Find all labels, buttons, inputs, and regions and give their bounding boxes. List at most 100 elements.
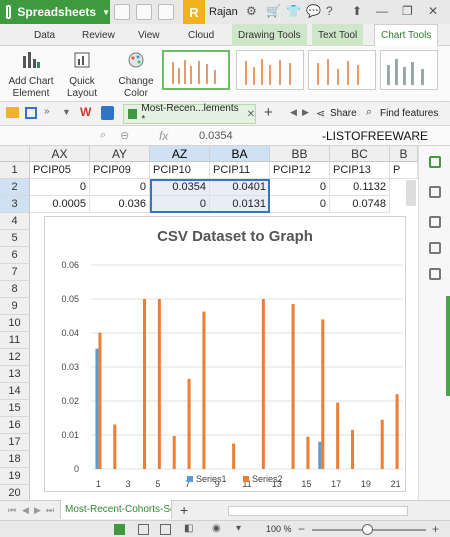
- chevron-right-icon[interactable]: »: [44, 106, 50, 117]
- fx-icon[interactable]: fx: [159, 129, 168, 143]
- row-header[interactable]: 15: [0, 400, 30, 417]
- row-header[interactable]: 2: [0, 179, 30, 196]
- row-header[interactable]: 10: [0, 315, 30, 332]
- document-pane-icon[interactable]: [429, 242, 441, 254]
- table-cell[interactable]: 0.0131: [210, 196, 270, 213]
- table-cell[interactable]: PCIP13: [330, 162, 390, 179]
- column-header[interactable]: B: [390, 146, 418, 162]
- close-tab-icon[interactable]: ✕: [247, 109, 255, 120]
- zoom-slider-thumb[interactable]: [362, 524, 373, 535]
- zoom-out-icon[interactable]: −: [298, 522, 305, 536]
- table-cell[interactable]: PCIP05: [30, 162, 90, 179]
- table-cell[interactable]: 0: [90, 179, 150, 196]
- horizontal-scrollbar[interactable]: [228, 506, 408, 516]
- chart-style-preset[interactable]: [308, 50, 376, 90]
- find-features-button[interactable]: Find features: [380, 108, 438, 119]
- add-chart-element-button[interactable]: Add Chart Element: [6, 50, 56, 100]
- zoom-level[interactable]: 100 %: [266, 524, 292, 534]
- zoom-search-icon[interactable]: ⌕: [100, 129, 106, 142]
- help-icon[interactable]: ?: [326, 4, 333, 18]
- restore-icon[interactable]: ⬆: [352, 4, 362, 18]
- share-icon[interactable]: ⋖: [316, 107, 325, 120]
- chart-object[interactable]: CSV Dataset to Graph 0 0.01 0.02 0.03 0.04 0.…: [44, 216, 406, 492]
- menu-view[interactable]: View: [138, 24, 160, 46]
- row-header[interactable]: 9: [0, 298, 30, 315]
- table-cell[interactable]: 0.0748: [330, 196, 390, 213]
- row-header[interactable]: 4: [0, 213, 30, 230]
- menu-text-tool[interactable]: Text Tool: [312, 24, 364, 46]
- first-sheet-icon[interactable]: ⏮: [8, 505, 16, 516]
- table-cell[interactable]: PCIP10: [150, 162, 210, 179]
- menu-drawing-tools[interactable]: Drawing Tools: [232, 24, 307, 46]
- style-pane-icon[interactable]: [429, 186, 441, 198]
- quick-access-save-icon[interactable]: [158, 4, 174, 20]
- add-sheet-icon[interactable]: +: [180, 502, 188, 518]
- row-header[interactable]: 6: [0, 247, 30, 264]
- table-cell[interactable]: 0.0401: [210, 179, 270, 196]
- display-icon[interactable]: ▾: [236, 523, 241, 534]
- close-icon[interactable]: ✕: [428, 4, 438, 18]
- table-cell[interactable]: 0.0354: [150, 179, 210, 196]
- eye-protect-icon[interactable]: ◉: [212, 523, 221, 534]
- menu-data[interactable]: Data: [34, 24, 55, 46]
- user-avatar[interactable]: R: [183, 0, 205, 24]
- share-button[interactable]: Share: [330, 108, 357, 119]
- last-sheet-icon[interactable]: ⏭: [46, 505, 54, 516]
- row-header[interactable]: 11: [0, 332, 30, 349]
- vertical-scrollbar[interactable]: [406, 180, 416, 206]
- table-cell[interactable]: 0.0005: [30, 196, 90, 213]
- chart-style-preset[interactable]: [162, 50, 230, 90]
- column-header[interactable]: BC: [330, 146, 390, 162]
- table-cell[interactable]: 0.1132: [330, 179, 390, 196]
- app-menu-button[interactable]: Spreadsheets ▼: [0, 0, 110, 24]
- chart-style-preset[interactable]: [380, 50, 438, 90]
- cart-icon[interactable]: 🛒: [266, 4, 281, 18]
- table-cell[interactable]: 0: [270, 196, 330, 213]
- formula-input[interactable]: 0.0354: [199, 130, 233, 142]
- save-icon[interactable]: [25, 107, 37, 119]
- menu-review[interactable]: Review: [82, 24, 115, 46]
- row-header[interactable]: 19: [0, 468, 30, 485]
- quick-access-new-icon[interactable]: [114, 4, 130, 20]
- settings-icon[interactable]: ⚙: [246, 4, 257, 18]
- row-header[interactable]: 14: [0, 383, 30, 400]
- table-cell[interactable]: 0.036: [90, 196, 150, 213]
- sheet-tab[interactable]: Most-Recent-Cohorts-Sc: [60, 500, 172, 519]
- cube-icon[interactable]: [101, 106, 114, 120]
- change-color-button[interactable]: Change Color: [114, 50, 158, 100]
- row-header[interactable]: 7: [0, 264, 30, 281]
- chevron-right-icon[interactable]: ▶: [302, 107, 309, 118]
- menu-cloud[interactable]: Cloud: [188, 24, 214, 46]
- row-header[interactable]: 12: [0, 349, 30, 366]
- row-header[interactable]: 3: [0, 196, 30, 213]
- column-header[interactable]: BB: [270, 146, 330, 162]
- open-folder-icon[interactable]: [6, 107, 19, 118]
- wps-logo-icon[interactable]: W: [80, 105, 91, 119]
- fx-zoom-icon[interactable]: ⊖: [120, 129, 129, 142]
- row-header[interactable]: 17: [0, 434, 30, 451]
- minimize-icon[interactable]: —: [376, 4, 388, 18]
- row-header[interactable]: 1: [0, 162, 30, 179]
- column-header[interactable]: AX: [30, 146, 90, 162]
- chevron-down-icon[interactable]: ▼: [62, 107, 71, 117]
- format-pane-icon[interactable]: [429, 156, 441, 168]
- user-name[interactable]: Rajan: [209, 6, 238, 18]
- column-header[interactable]: BA: [210, 146, 270, 162]
- table-cell[interactable]: PCIP09: [90, 162, 150, 179]
- add-tab-icon[interactable]: +: [264, 104, 273, 121]
- row-header[interactable]: 18: [0, 451, 30, 468]
- chart-style-preset[interactable]: [236, 50, 304, 90]
- column-header[interactable]: AZ: [150, 146, 210, 162]
- select-all-corner[interactable]: [0, 146, 30, 162]
- normal-view-icon[interactable]: [114, 524, 125, 535]
- chat-icon[interactable]: 💬: [306, 4, 321, 18]
- table-cell[interactable]: 0: [150, 196, 210, 213]
- table-cell[interactable]: PCIP11: [210, 162, 270, 179]
- wardrobe-icon[interactable]: 👕: [286, 4, 301, 18]
- table-cell[interactable]: PCIP12: [270, 162, 330, 179]
- menu-chart-tools[interactable]: Chart Tools: [374, 24, 439, 46]
- table-cell[interactable]: 0: [270, 179, 330, 196]
- zoom-in-icon[interactable]: +: [432, 522, 439, 536]
- document-tab[interactable]: Most-Recen...lements * ✕: [123, 103, 256, 125]
- row-header[interactable]: 13: [0, 366, 30, 383]
